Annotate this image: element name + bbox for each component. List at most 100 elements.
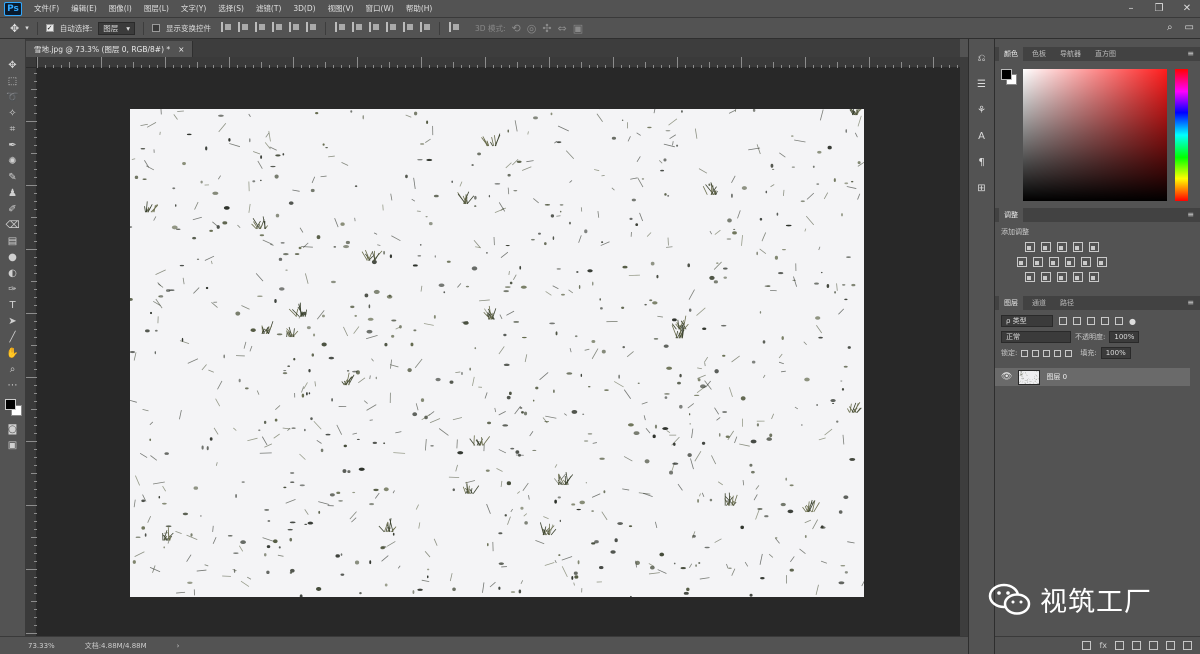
clone-stamp-tool-icon[interactable]: ♟ <box>6 187 20 199</box>
maximize-icon[interactable]: ❐ <box>1152 2 1166 15</box>
menu-view[interactable]: 视图(V) <box>322 3 360 14</box>
filter-type-icon[interactable] <box>1087 317 1095 325</box>
saturation-brightness-field[interactable] <box>1023 69 1167 201</box>
ruler-origin[interactable] <box>26 57 37 68</box>
gradient-tool-icon[interactable]: ▤ <box>6 235 20 247</box>
vertical-scrollbar[interactable] <box>960 57 968 636</box>
invert-icon[interactable] <box>1025 272 1035 282</box>
panel-menu-icon[interactable]: ≡ <box>1187 49 1194 58</box>
color-balance-icon[interactable] <box>1033 257 1043 267</box>
distribute-bottom-icon[interactable] <box>369 21 380 32</box>
distribute-right-icon[interactable] <box>420 21 431 32</box>
distribute-hcenter-icon[interactable] <box>403 21 414 32</box>
zoom-tool-icon[interactable]: ⌕ <box>6 363 20 375</box>
more-tools-icon[interactable]: ⋯ <box>6 379 20 391</box>
menu-3d[interactable]: 3D(D) <box>287 4 321 13</box>
history-panel-icon[interactable]: ⎌ <box>975 51 989 65</box>
actions-panel-icon[interactable]: ⊞ <box>975 181 989 195</box>
filter-toggle-icon[interactable]: ● <box>1129 317 1136 326</box>
menu-type[interactable]: 文字(Y) <box>175 3 212 14</box>
foreground-color[interactable] <box>1001 69 1012 80</box>
blur-tool-icon[interactable]: ● <box>6 251 20 263</box>
color-swatches[interactable] <box>3 397 23 419</box>
align-left-icon[interactable] <box>272 21 283 32</box>
lasso-tool-icon[interactable]: ➰ <box>6 91 20 103</box>
quick-mask-icon[interactable]: ◙ <box>6 423 20 435</box>
menu-image[interactable]: 图像(I) <box>103 3 138 14</box>
menu-edit[interactable]: 编辑(E) <box>65 3 103 14</box>
blend-mode-select[interactable]: 正常 <box>1001 331 1071 343</box>
align-top-icon[interactable] <box>221 21 232 32</box>
filter-shape-icon[interactable] <box>1101 317 1109 325</box>
levels-icon[interactable] <box>1041 242 1051 252</box>
posterize-icon[interactable] <box>1041 272 1051 282</box>
photo-filter-icon[interactable] <box>1065 257 1075 267</box>
menu-window[interactable]: 窗口(W) <box>360 3 400 14</box>
auto-align-icon[interactable] <box>449 21 460 32</box>
status-menu-icon[interactable]: › <box>177 642 180 650</box>
layer-row[interactable]: 👁 图层 0 <box>995 368 1190 386</box>
exposure-icon[interactable] <box>1073 242 1083 252</box>
new-adjustment-layer-icon[interactable] <box>1132 641 1141 650</box>
layer-filter-select[interactable]: ρ 类型 <box>1001 315 1053 327</box>
align-hcenter-icon[interactable] <box>289 21 300 32</box>
lock-artboard-icon[interactable] <box>1054 349 1062 357</box>
tab-navigator[interactable]: 导航器 <box>1055 47 1086 61</box>
auto-select-dropdown[interactable]: 图层 ▾ <box>98 21 136 35</box>
hue-slider[interactable] <box>1175 69 1188 201</box>
search-icon[interactable]: ⌕ <box>1167 22 1173 33</box>
canvas-area[interactable] <box>37 68 960 636</box>
tab-histogram[interactable]: 直方图 <box>1090 47 1121 61</box>
foreground-swatch[interactable] <box>4 399 16 410</box>
auto-select-checkbox[interactable]: ✓ <box>45 24 54 32</box>
filter-pixel-icon[interactable] <box>1059 317 1067 325</box>
pen-tool-icon[interactable]: ✑ <box>6 283 20 295</box>
document-size[interactable]: 文档:4.88M/4.88M <box>85 641 147 651</box>
show-transform-checkbox[interactable] <box>152 24 161 32</box>
vertical-ruler[interactable] <box>26 57 37 636</box>
channel-mixer-icon[interactable] <box>1081 257 1091 267</box>
3d-slide-icon[interactable]: ⇔ <box>558 22 567 35</box>
black-white-icon[interactable] <box>1049 257 1059 267</box>
move-tool-icon[interactable]: ✥ <box>10 22 19 35</box>
lock-image-icon[interactable] <box>1032 349 1040 357</box>
distribute-top-icon[interactable] <box>335 21 346 32</box>
magic-wand-tool-icon[interactable]: ✧ <box>6 107 20 119</box>
vibrance-icon[interactable] <box>1089 242 1099 252</box>
horizontal-ruler[interactable] <box>37 57 960 68</box>
minimize-icon[interactable]: – <box>1124 2 1138 15</box>
tab-swatches[interactable]: 色板 <box>1027 47 1051 61</box>
healing-brush-tool-icon[interactable]: ✺ <box>6 155 20 167</box>
threshold-icon[interactable] <box>1057 272 1067 282</box>
hue-saturation-icon[interactable] <box>1017 257 1027 267</box>
lock-position-icon[interactable] <box>1043 349 1051 357</box>
line-tool-icon[interactable]: ╱ <box>6 331 20 343</box>
dodge-tool-icon[interactable]: ◐ <box>6 267 20 279</box>
history-brush-tool-icon[interactable]: ✐ <box>6 203 20 215</box>
menu-filter[interactable]: 滤镜(T) <box>250 3 287 14</box>
zoom-level[interactable]: 73.33% <box>28 642 55 650</box>
color-lookup-icon[interactable] <box>1097 257 1107 267</box>
tab-color[interactable]: 颜色 <box>999 47 1023 61</box>
tab-channels[interactable]: 通道 <box>1027 296 1051 310</box>
properties-panel-icon[interactable]: ☰ <box>975 77 989 91</box>
tab-adjustments[interactable]: 调整 <box>999 208 1023 222</box>
brush-tool-icon[interactable]: ✎ <box>6 171 20 183</box>
lock-transparent-icon[interactable] <box>1021 349 1029 357</box>
character-panel-icon[interactable]: A <box>975 129 989 143</box>
tool-preset-chevron-icon[interactable]: ▾ <box>25 24 29 32</box>
curves-icon[interactable] <box>1057 242 1067 252</box>
menu-help[interactable]: 帮助(H) <box>400 3 439 14</box>
3d-rotate-icon[interactable]: ⟲ <box>512 22 521 35</box>
new-layer-icon[interactable] <box>1166 641 1175 650</box>
marquee-tool-icon[interactable]: ⬚ <box>6 75 20 87</box>
gradient-map-icon[interactable] <box>1089 272 1099 282</box>
brightness-icon[interactable] <box>1025 242 1035 252</box>
fill-input[interactable]: 100% <box>1100 347 1131 359</box>
link-layers-icon[interactable] <box>1082 641 1092 650</box>
hand-tool-icon[interactable]: ✋ <box>6 347 20 359</box>
eraser-tool-icon[interactable]: ⌫ <box>5 219 19 231</box>
align-right-icon[interactable] <box>306 21 317 32</box>
menu-layer[interactable]: 图层(L) <box>138 3 175 14</box>
workspace-icon[interactable]: ▭ <box>1185 22 1194 33</box>
